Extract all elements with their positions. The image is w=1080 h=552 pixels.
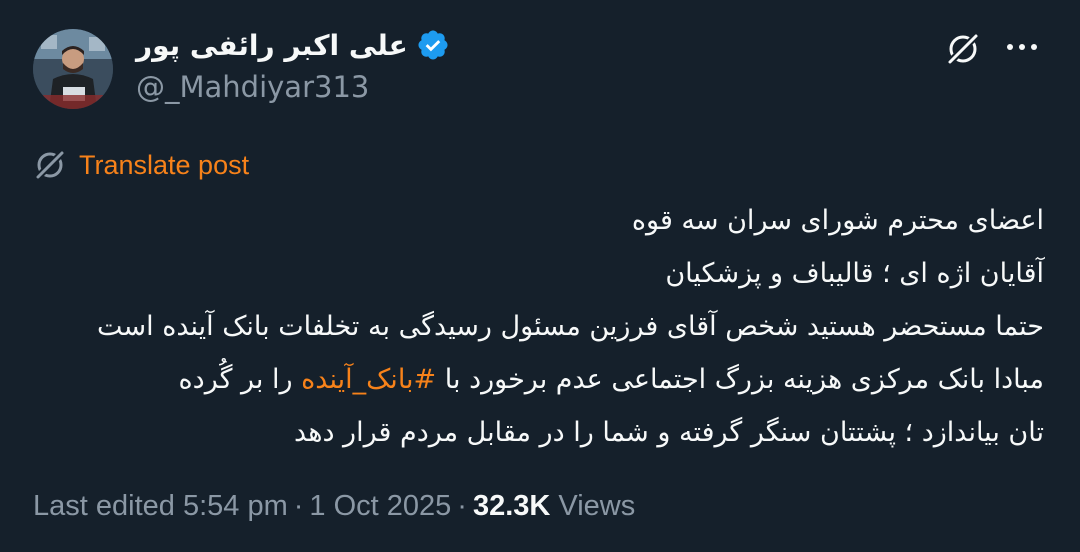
post-line: حتما مستحضر هستید شخص آقای فرزین مسئول ر… [96, 311, 1044, 342]
post-line: آقایان اژه ای ؛ قالیباف و پزشکیان [665, 258, 1044, 289]
post-line-text: را بر گُرده [178, 364, 302, 395]
post-text: اعضای محترم شورای سران سه قوه آقایان اژه… [24, 194, 1044, 459]
author-name[interactable]: علی اکبر رائفی پور [136, 29, 408, 62]
meta-separator: · [293, 490, 304, 522]
post-line: اعضای محترم شورای سران سه قوه [631, 205, 1044, 236]
post-line-text: مبادا بانک مرکزی هزینه بزرگ اجتماعی عدم … [436, 364, 1044, 395]
translate-post-button[interactable]: Translate post [33, 148, 249, 182]
post-meta: Last edited 5:54 pm · 1 Oct 2025 · 32.3K Vie… [33, 490, 635, 523]
verified-badge-icon [418, 30, 448, 60]
translate-post-label: Translate post [79, 149, 250, 180]
more-options-icon[interactable] [1002, 30, 1042, 64]
meta-separator: · [457, 490, 467, 522]
grok-icon[interactable] [944, 30, 982, 68]
post-line: مبادا بانک مرکزی هزینه بزرگ اجتماعی عدم … [24, 353, 1044, 406]
views-count[interactable]: 32.3K [473, 490, 550, 522]
author-name-row[interactable]: علی اکبر رائفی پور [136, 28, 450, 62]
author-handle[interactable]: @_Mahdiyar313 [136, 70, 369, 104]
hashtag-link[interactable]: #بانک_آینده [301, 364, 436, 395]
grok-translate-icon [34, 149, 66, 181]
author-avatar[interactable] [33, 29, 113, 109]
post-line: تان بیاندازد ؛ پشتتان سنگر گرفته و شما ر… [294, 417, 1044, 448]
post-date[interactable]: 1 Oct 2025 [309, 490, 451, 522]
avatar-image [33, 29, 113, 109]
views-label[interactable]: Views [558, 490, 635, 522]
edited-timestamp[interactable]: Last edited 5:54 pm [33, 490, 288, 522]
